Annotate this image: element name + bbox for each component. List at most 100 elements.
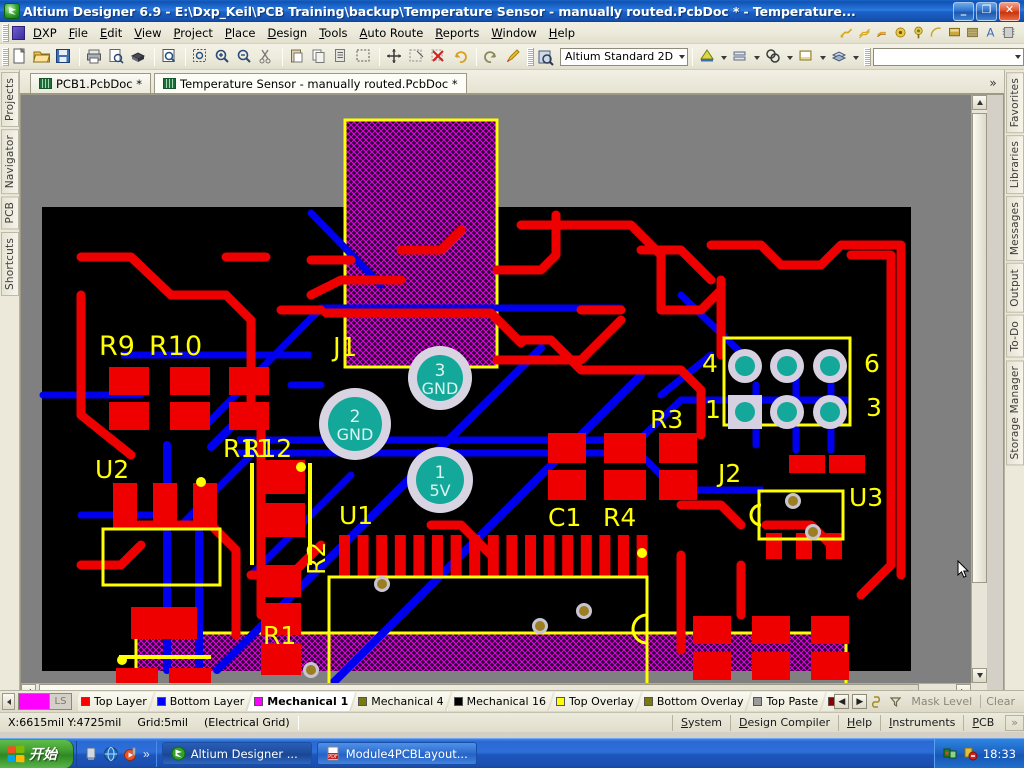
menu-place[interactable]: Place xyxy=(219,23,262,43)
restore-button[interactable]: ❐ xyxy=(976,2,997,21)
layer-scroll-left-button[interactable] xyxy=(2,693,15,710)
scroll-down-button[interactable] xyxy=(972,668,987,683)
board-insight-icon[interactable] xyxy=(797,47,817,67)
panel-tab-output[interactable]: Output xyxy=(1006,263,1024,313)
via-icon[interactable] xyxy=(893,25,908,40)
vertical-scroll-thumb[interactable] xyxy=(972,113,987,583)
layer-set-icon[interactable] xyxy=(731,47,751,67)
panel-tab-storage-manager[interactable]: Storage Manager xyxy=(1006,360,1024,465)
menu-design[interactable]: Design xyxy=(261,23,313,43)
paste-special-icon[interactable] xyxy=(332,47,352,67)
start-button[interactable]: 开始 xyxy=(0,740,74,768)
deselect-icon[interactable] xyxy=(407,47,427,67)
layer-tab-mechanical-1[interactable]: Mechanical 1 xyxy=(247,692,355,711)
panel-tab-projects[interactable]: Projects xyxy=(1,72,19,127)
panel-tab-libraries[interactable]: Libraries xyxy=(1006,135,1024,194)
route-interactive-icon[interactable] xyxy=(839,25,854,40)
layer-tab-top-overlay[interactable]: Top Overlay xyxy=(549,692,641,711)
copy-icon[interactable] xyxy=(310,47,330,67)
arc-icon[interactable] xyxy=(929,25,944,40)
taskbar-clock[interactable]: 18:33 xyxy=(983,747,1016,761)
pcb-canvas[interactable]: 3GND2GND15V R9R10U2R11R12J1U1C1R4R3J2U3R… xyxy=(21,95,987,699)
find-similar-icon[interactable] xyxy=(764,47,784,67)
layer-tab-top-paste[interactable]: Top Paste xyxy=(746,692,825,711)
zoom-document-icon[interactable] xyxy=(160,47,180,67)
panel-tab-to-do[interactable]: To-Do xyxy=(1006,315,1024,358)
menu-project[interactable]: Project xyxy=(168,23,219,43)
layer-next-button[interactable]: ▶ xyxy=(852,694,867,709)
toolbar-grip-1[interactable] xyxy=(2,48,9,66)
layer-color-icon[interactable] xyxy=(698,47,718,67)
toolbar-grip-3[interactable] xyxy=(864,48,871,66)
layer-stack-icon[interactable] xyxy=(830,47,850,67)
menu-window[interactable]: Window xyxy=(485,23,542,43)
undo-icon[interactable] xyxy=(451,47,471,67)
network-icon[interactable] xyxy=(943,746,958,761)
find-similar-dropdown-arrow[interactable] xyxy=(785,48,796,66)
minimize-button[interactable]: _ xyxy=(953,2,974,21)
menu-dxp[interactable]: DXP xyxy=(27,23,63,43)
cut-icon[interactable] xyxy=(257,47,277,67)
menu-auto-route[interactable]: Auto Route xyxy=(354,23,430,43)
document-tabs-overflow-button[interactable]: » xyxy=(982,73,1004,93)
layer-color-dropdown-arrow[interactable] xyxy=(719,48,730,66)
print-icon[interactable] xyxy=(85,47,105,67)
mask-filter-icon[interactable] xyxy=(888,694,903,709)
layer-set-swatch[interactable]: LS xyxy=(18,693,72,710)
quick-launch-overflow[interactable]: » xyxy=(143,747,150,761)
string-icon[interactable]: A xyxy=(983,25,998,40)
open-folder-icon[interactable] xyxy=(32,47,52,67)
route-differential-icon[interactable] xyxy=(857,25,872,40)
layer-tab-bottom-overlay[interactable]: Bottom Overlay xyxy=(637,692,751,711)
move-icon[interactable] xyxy=(385,47,405,67)
close-button[interactable]: ✕ xyxy=(999,2,1020,21)
status-button-system[interactable]: System xyxy=(672,715,730,731)
status-button-pcb[interactable]: PCB xyxy=(963,715,1002,731)
toolbar-grip-2[interactable] xyxy=(527,48,534,66)
layer-tab-bottom-layer[interactable]: Bottom Layer xyxy=(150,692,252,711)
view-configuration-combo[interactable]: Altium Standard 2D xyxy=(560,48,688,66)
board-insight-icon[interactable] xyxy=(535,47,555,67)
panel-tab-shortcuts[interactable]: Shortcuts xyxy=(1,232,19,296)
zoom-in-icon[interactable] xyxy=(213,47,233,67)
menu-file[interactable]: File xyxy=(63,23,94,43)
layer-tab-top-layer[interactable]: Top Layer xyxy=(78,692,154,711)
net-filter-combo[interactable] xyxy=(873,48,1024,66)
scroll-up-button[interactable] xyxy=(972,95,987,110)
status-overflow-button[interactable]: » xyxy=(1005,715,1024,731)
board-insight-dropdown-arrow[interactable] xyxy=(818,48,829,66)
menu-tools[interactable]: Tools xyxy=(313,23,353,43)
menu-edit[interactable]: Edit xyxy=(94,23,128,43)
clear-button[interactable]: Clear xyxy=(980,695,1020,708)
polygon-pour-icon[interactable] xyxy=(965,25,980,40)
mask-level-label[interactable]: Mask Level xyxy=(906,695,977,708)
pad-icon[interactable] xyxy=(911,25,926,40)
show-desktop-icon[interactable] xyxy=(83,746,99,762)
clear-selection-icon[interactable] xyxy=(429,47,449,67)
menubar-grip[interactable] xyxy=(2,24,9,42)
single-layer-mode-icon[interactable] xyxy=(870,694,885,709)
route-multiple-icon[interactable] xyxy=(875,25,890,40)
component-icon[interactable] xyxy=(1001,25,1016,40)
layer-set-dropdown-arrow[interactable] xyxy=(752,48,763,66)
taskbar-item[interactable]: PDFModule4PCBLayout... xyxy=(317,742,477,765)
vertical-scrollbar[interactable] xyxy=(971,95,987,683)
document-tab[interactable]: PCB1.PcbDoc * xyxy=(30,73,151,93)
fill-icon[interactable] xyxy=(947,25,962,40)
menu-reports[interactable]: Reports xyxy=(429,23,485,43)
panel-tab-messages[interactable]: Messages xyxy=(1006,196,1024,261)
menu-help[interactable]: Help xyxy=(543,23,581,43)
redo-icon[interactable] xyxy=(482,47,502,67)
panel-tab-favorites[interactable]: Favorites xyxy=(1006,72,1024,133)
antivirus-icon[interactable] xyxy=(963,746,978,761)
browser-icon[interactable] xyxy=(103,746,119,762)
status-button-help[interactable]: Help xyxy=(838,715,880,731)
save-icon[interactable] xyxy=(54,47,74,67)
layer-prev-button[interactable]: ◀ xyxy=(834,694,849,709)
paste-icon[interactable] xyxy=(288,47,308,67)
media-player-icon[interactable] xyxy=(123,746,139,762)
layer-tab-mechanical-16[interactable]: Mechanical 16 xyxy=(447,692,553,711)
select-area-icon[interactable] xyxy=(354,47,374,67)
status-button-design-compiler[interactable]: Design Compiler xyxy=(730,715,838,731)
layer-stack-dropdown-arrow[interactable] xyxy=(851,48,862,66)
